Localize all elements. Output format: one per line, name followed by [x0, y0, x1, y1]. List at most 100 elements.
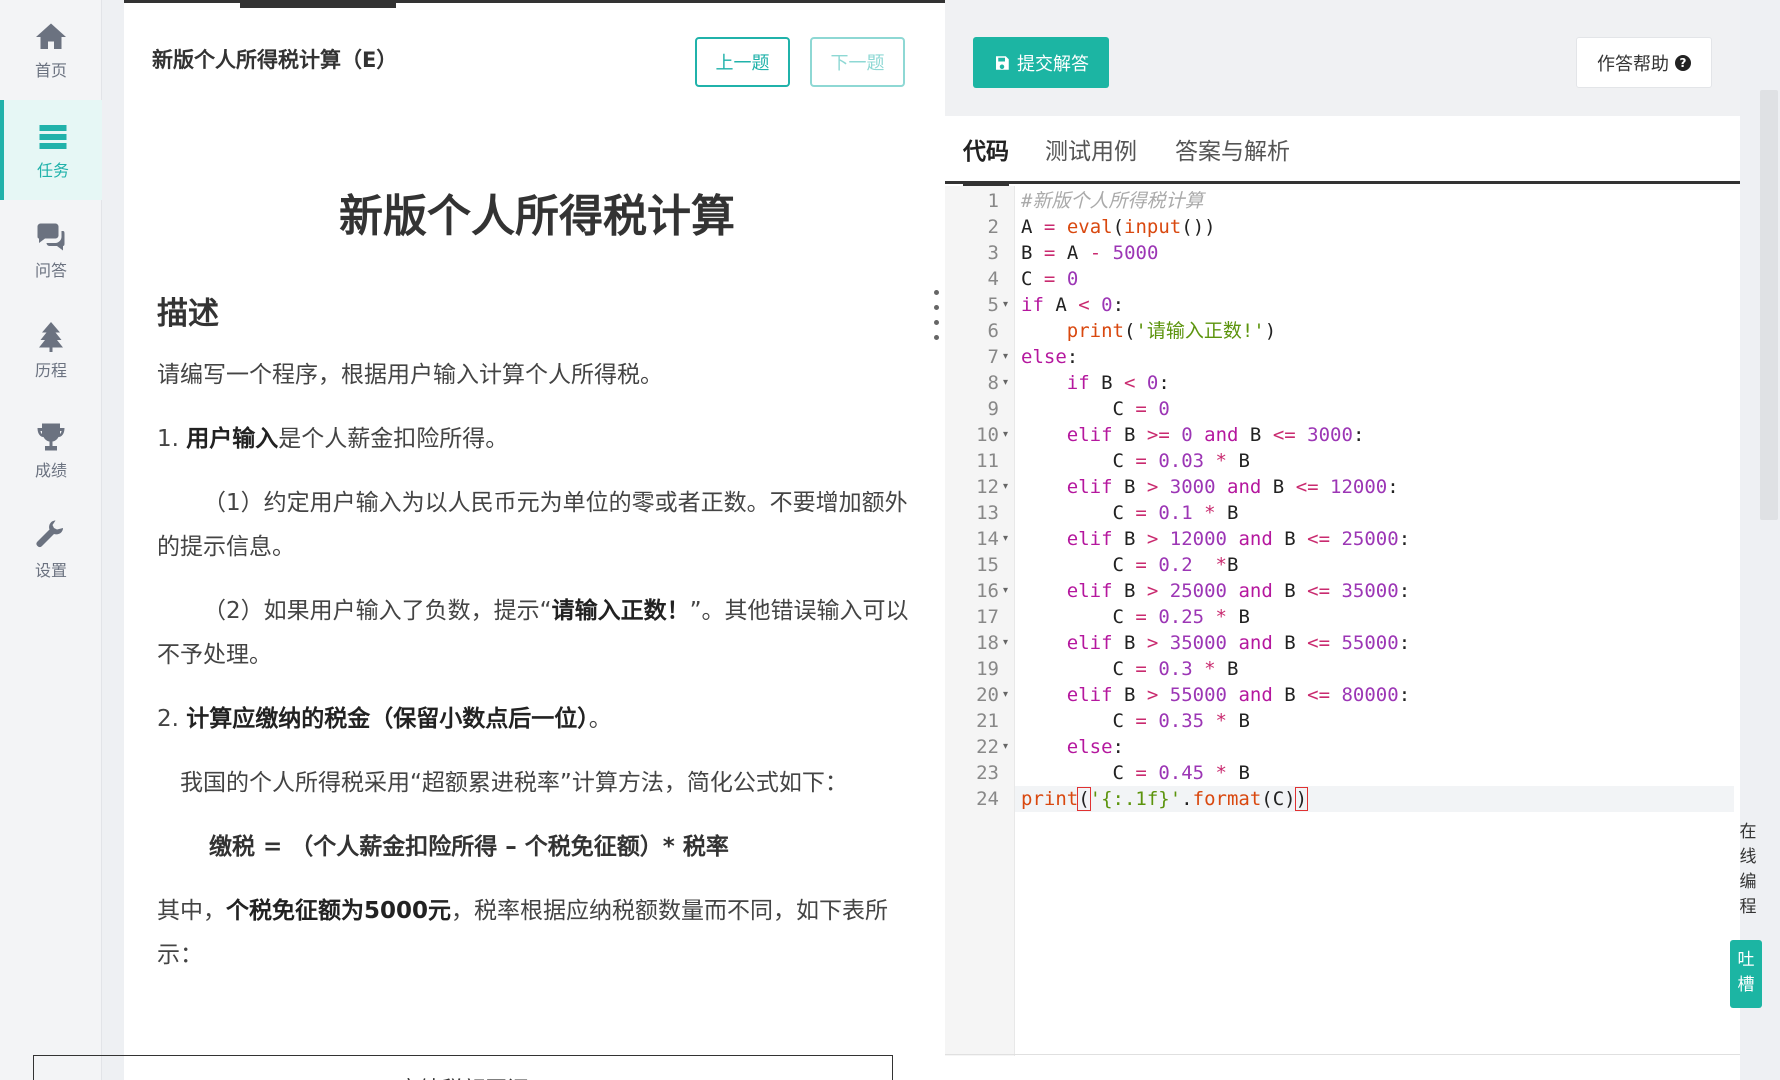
- fold-toggle-icon[interactable]: ▾: [1003, 526, 1008, 552]
- line-number-gutter: 1 2 3 4 5 ▾ 6 7 ▾ 8 ▾ 9 10 ▾ 11 12 ▾ 13 14 ▾ 15 16 ▾ 17 18 ▾ 19 20 ▾…: [945, 186, 1015, 1056]
- page-scrollbar[interactable]: [1760, 90, 1778, 520]
- line-number: 2: [987, 216, 999, 238]
- question-icon: ?: [1675, 54, 1691, 71]
- editor-tabs: 代码 测试用例 答案与解析: [945, 116, 1740, 188]
- line-number: 4: [987, 268, 999, 290]
- code-editor[interactable]: 1 2 3 4 5 ▾ 6 7 ▾ 8 ▾ 9 10 ▾ 11 12 ▾ 13 14 ▾ 15 16 ▾ 17 18 ▾ 19 20 ▾…: [945, 186, 1740, 1080]
- feedback-button[interactable]: 吐 槽: [1730, 940, 1762, 1008]
- code-line[interactable]: elif B > 25000 and B <= 35000:: [1021, 578, 1410, 604]
- code-line[interactable]: C = 0.35 * B: [1021, 708, 1250, 734]
- problem-panel: 新版个人所得税计算（E） 上一题 下一题 新版个人所得税计算 描述 请编写一个程…: [124, 0, 945, 1080]
- answer-help-button[interactable]: 作答帮助 ?: [1576, 37, 1712, 88]
- line-number: 21: [976, 710, 999, 732]
- code-line[interactable]: C = 0: [1021, 266, 1078, 292]
- nav-label: 问答: [34, 261, 67, 280]
- paragraph-method: 我国的个人所得税采用“超额累进税率”计算方法，简化公式如下：: [180, 770, 848, 796]
- editor-status-strip: [945, 1054, 1740, 1080]
- nav-item-scores[interactable]: 成绩: [0, 400, 102, 500]
- code-line[interactable]: elif B >= 0 and B <= 3000:: [1021, 422, 1365, 448]
- paragraph-input-rule-2: （2）如果用户输入了负数，提示“请输入正数！”。其他错误输入可以不予处理。: [157, 598, 909, 668]
- tab-answer-analysis[interactable]: 答案与解析: [1175, 132, 1290, 184]
- line-number: 13: [976, 502, 999, 524]
- next-problem-button[interactable]: 下一题: [810, 37, 905, 87]
- code-line[interactable]: C = 0.1 * B: [1021, 500, 1239, 526]
- line-number: 16: [976, 580, 999, 602]
- tab-code[interactable]: 代码: [963, 132, 1009, 188]
- nav-item-tasks[interactable]: 任务: [0, 100, 102, 200]
- line-number: 19: [976, 658, 999, 680]
- line-number: 7: [987, 346, 999, 368]
- nav-item-home[interactable]: 首页: [0, 0, 102, 100]
- line-number: 24: [976, 788, 999, 810]
- code-line[interactable]: else:: [1021, 344, 1078, 370]
- fold-toggle-icon[interactable]: ▾: [1003, 422, 1008, 448]
- online-coding-label: 在 线 编 程: [1739, 822, 1757, 917]
- line-number: 5: [987, 294, 999, 316]
- nav-item-qa[interactable]: 问答: [0, 200, 102, 300]
- code-line[interactable]: C = 0.03 * B: [1021, 448, 1250, 474]
- paragraph-input-rule-1: （1）约定用户输入为以人民币元为单位的零或者正数。不要增加额外的提示信息。: [157, 490, 908, 560]
- help-label: 作答帮助: [1597, 53, 1669, 75]
- tree-icon: [39, 322, 63, 352]
- editor-toolbar: 提交解答 作答帮助 ?: [945, 0, 1740, 116]
- wrench-icon: [36, 520, 63, 548]
- line-number: 10: [976, 424, 999, 446]
- code-line[interactable]: else:: [1021, 734, 1124, 760]
- code-line[interactable]: if A < 0:: [1021, 292, 1124, 318]
- problem-header-title: 新版个人所得税计算（E）: [152, 48, 398, 72]
- tasks-icon: [39, 125, 67, 149]
- tab-test-cases[interactable]: 测试用例: [1045, 132, 1137, 184]
- line-number: 18: [976, 632, 999, 654]
- paragraph-intro: 请编写一个程序，根据用户输入计算个人所得税。: [157, 362, 663, 388]
- code-line[interactable]: print('{:.1f}'.format(C)): [1015, 786, 1734, 812]
- line-number: 12: [976, 476, 999, 498]
- paragraph-input: 1. 用户输入是个人薪金扣险所得。: [157, 426, 509, 452]
- line-number: 17: [976, 606, 999, 628]
- fold-toggle-icon[interactable]: ▾: [1003, 578, 1008, 604]
- nav-label: 设置: [34, 561, 67, 580]
- line-number: 6: [987, 320, 999, 342]
- prev-problem-button[interactable]: 上一题: [695, 37, 790, 87]
- code-line[interactable]: B = A - 5000: [1021, 240, 1158, 266]
- submit-answer-button[interactable]: 提交解答: [973, 37, 1109, 88]
- code-line[interactable]: elif B > 35000 and B <= 55000:: [1021, 630, 1410, 656]
- code-line[interactable]: elif B > 55000 and B <= 80000:: [1021, 682, 1410, 708]
- nav-label: 任务: [36, 161, 69, 180]
- code-line[interactable]: C = 0.3 * B: [1021, 656, 1239, 682]
- line-number: 9: [987, 398, 999, 420]
- save-icon: [996, 55, 1009, 70]
- code-line[interactable]: if B < 0:: [1021, 370, 1170, 396]
- code-line[interactable]: elif B > 3000 and B <= 12000:: [1021, 474, 1399, 500]
- fold-toggle-icon[interactable]: ▾: [1003, 370, 1008, 396]
- description-heading: 描述: [157, 296, 219, 332]
- fold-toggle-icon[interactable]: ▾: [1003, 682, 1008, 708]
- fold-toggle-icon[interactable]: ▾: [1003, 292, 1008, 318]
- code-line[interactable]: elif B > 12000 and B <= 25000:: [1021, 526, 1410, 552]
- code-line[interactable]: #新版个人所得税计算: [1021, 188, 1203, 214]
- nav-item-history[interactable]: 历程: [0, 300, 102, 400]
- fold-toggle-icon[interactable]: ▾: [1003, 734, 1008, 760]
- problem-top-border: [124, 0, 945, 8]
- trophy-icon: [37, 423, 65, 451]
- chat-icon: [37, 223, 65, 251]
- line-number: 1: [987, 190, 999, 212]
- line-number: 20: [976, 684, 999, 706]
- fold-toggle-icon[interactable]: ▾: [1003, 344, 1008, 370]
- code-line[interactable]: C = 0.45 * B: [1021, 760, 1250, 786]
- fold-toggle-icon[interactable]: ▾: [1003, 474, 1008, 500]
- code-line[interactable]: A = eval(input()): [1021, 214, 1216, 240]
- panel-resize-handle[interactable]: [934, 290, 940, 340]
- fold-toggle-icon[interactable]: ▾: [1003, 630, 1008, 656]
- line-number: 22: [976, 736, 999, 758]
- code-line[interactable]: C = 0: [1021, 396, 1170, 422]
- line-number: 11: [976, 450, 999, 472]
- code-line[interactable]: C = 0.2 *B: [1021, 552, 1239, 578]
- line-number: 8: [987, 372, 999, 394]
- code-line[interactable]: C = 0.25 * B: [1021, 604, 1250, 630]
- tax-formula: 缴税 = （个人薪金扣险所得 – 个税免征额）* 税率: [209, 834, 729, 860]
- line-number: 23: [976, 762, 999, 784]
- nav-label: 历程: [34, 361, 67, 380]
- nav-item-settings[interactable]: 设置: [0, 500, 102, 600]
- code-line[interactable]: print('请输入正数!'): [1021, 318, 1276, 344]
- line-number: 15: [976, 554, 999, 576]
